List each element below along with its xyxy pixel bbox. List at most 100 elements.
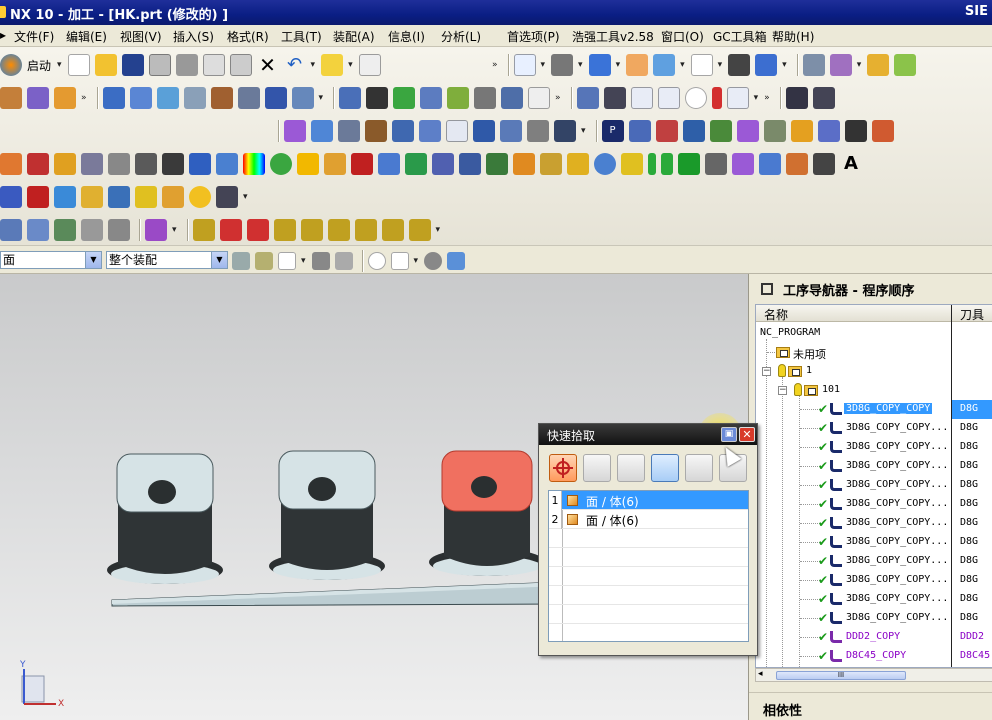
post-builder-icon[interactable]: [628, 120, 651, 142]
quick-pick-titlebar[interactable]: 快速拾取 ▣ ✕: [539, 424, 757, 445]
prt-icon[interactable]: [655, 120, 678, 142]
camera-icon[interactable]: [736, 120, 759, 142]
list-item[interactable]: 1 面 / 体(6): [549, 491, 748, 510]
close-icon[interactable]: ✕: [739, 427, 755, 442]
collision-check-icon[interactable]: [311, 120, 333, 142]
new-file-icon[interactable]: [67, 54, 90, 76]
tool-b-icon[interactable]: [27, 219, 49, 241]
templates-icon[interactable]: [682, 120, 705, 142]
measure-icon[interactable]: [867, 54, 890, 76]
operation-row[interactable]: ✔ 3D8G_COPY_COPY... D8G: [756, 438, 992, 457]
feature-2-icon[interactable]: [27, 153, 49, 175]
cam-setup-icon[interactable]: [709, 120, 732, 142]
level-4-icon[interactable]: [327, 219, 350, 241]
feature-25-icon[interactable]: [648, 153, 656, 175]
grid-icon[interactable]: [216, 186, 238, 208]
circle-icon[interactable]: [684, 87, 707, 109]
moon-icon[interactable]: [189, 186, 211, 208]
shop-docs-icon[interactable]: [393, 87, 416, 109]
start-icon[interactable]: [0, 54, 22, 76]
feature-5-icon[interactable]: [108, 153, 130, 175]
batch-icon[interactable]: [474, 87, 497, 109]
background-dropdown-icon[interactable]: ▾: [718, 60, 723, 70]
column-tool[interactable]: 刀具: [960, 306, 984, 323]
list-icon[interactable]: [420, 87, 443, 109]
collapse-icon[interactable]: −: [778, 386, 787, 395]
folder-icon[interactable]: [81, 186, 103, 208]
feedrate-icon[interactable]: [576, 87, 599, 109]
tree-program-1[interactable]: − 1: [756, 362, 992, 381]
dependencies-header[interactable]: 相依性: [749, 692, 992, 720]
orient-dropdown-icon[interactable]: ▾: [578, 60, 583, 70]
snap-end-icon[interactable]: [812, 87, 835, 109]
menu-preferences[interactable]: 首选项(P): [507, 28, 560, 45]
feature-20-icon[interactable]: [513, 153, 535, 175]
layer-icon[interactable]: [802, 54, 825, 76]
tool-f-icon[interactable]: [145, 219, 167, 241]
box-dropdown-icon[interactable]: ▾: [414, 256, 419, 266]
spline-icon[interactable]: [711, 87, 722, 109]
navigator-tree[interactable]: 名称 刀具 NC_PROGRAM 未用项 − 1 − 101 ✔ 3D8G_CO…: [755, 304, 992, 668]
tool-holder-icon[interactable]: [365, 120, 387, 142]
program-view-icon[interactable]: [156, 87, 179, 109]
monitor-icon[interactable]: [108, 186, 130, 208]
fit-dropdown-icon[interactable]: ▾: [541, 60, 546, 70]
shaded-cube-icon[interactable]: [447, 252, 466, 270]
snap-end-icon[interactable]: [311, 252, 330, 270]
snap-point-icon[interactable]: [785, 87, 808, 109]
shade-dropdown-icon[interactable]: ▾: [680, 60, 685, 70]
replay-path-icon[interactable]: [291, 87, 314, 109]
chevron-down-icon[interactable]: ▼: [211, 252, 227, 268]
level-down-icon[interactable]: [246, 219, 269, 241]
operation-row[interactable]: ✔ DDD2_COPY DDD2: [756, 628, 992, 647]
panda-icon[interactable]: [763, 120, 786, 142]
operation-row[interactable]: ✔ D8C45_COPY D8C45: [756, 647, 992, 666]
level-1-icon[interactable]: [192, 219, 215, 241]
feature-27-icon[interactable]: [678, 153, 700, 175]
rainbow-icon[interactable]: [243, 153, 265, 175]
operation-row[interactable]: ✔ 3D8G_COPY_COPY... D8G: [756, 590, 992, 609]
wcs-icon[interactable]: [728, 54, 751, 76]
menu-arrow-icon[interactable]: ▸: [0, 28, 6, 42]
analysis-icon[interactable]: [894, 54, 917, 76]
check-gouge-icon[interactable]: [284, 120, 306, 142]
menu-file[interactable]: 文件(F): [14, 28, 54, 45]
grid-dropdown-icon[interactable]: ▾: [243, 192, 248, 202]
feature-7-icon[interactable]: [162, 153, 184, 175]
select-dropdown-icon[interactable]: ▾: [348, 60, 353, 70]
mill-icon[interactable]: [473, 120, 495, 142]
center-snap-icon[interactable]: [367, 252, 386, 270]
operation-row[interactable]: ✔ 3D8G_COPY_COPY... D8G: [756, 552, 992, 571]
level-3-icon[interactable]: [300, 219, 323, 241]
machine-view-icon[interactable]: [183, 87, 206, 109]
feature-29-icon[interactable]: [732, 153, 754, 175]
toolbar-overflow-icon[interactable]: »: [492, 60, 498, 70]
create-geometry-icon[interactable]: [54, 87, 76, 109]
feature-21-icon[interactable]: [540, 153, 562, 175]
menu-view[interactable]: 视图(V): [120, 28, 162, 45]
undo-dropdown-icon[interactable]: ▾: [311, 60, 316, 70]
feature-6-icon[interactable]: [135, 153, 157, 175]
delete-icon[interactable]: ✕: [257, 54, 279, 76]
multi-check-icon[interactable]: [338, 120, 360, 142]
view-sphere-icon[interactable]: [424, 252, 443, 270]
feature-12-icon[interactable]: [297, 153, 319, 175]
pick-faces-button[interactable]: [685, 454, 713, 482]
point-snap-icon[interactable]: [278, 252, 296, 270]
kg-icon[interactable]: [351, 153, 373, 175]
menu-assembly[interactable]: 装配(A): [333, 28, 375, 45]
render-style-icon[interactable]: [588, 54, 611, 76]
list-item[interactable]: 2 面 / 体(6): [549, 510, 748, 529]
menu-haoqiang-tools[interactable]: 浩强工具v2.58: [572, 28, 654, 45]
restore-icon[interactable]: ▣: [721, 427, 737, 442]
stats-dropdown-icon[interactable]: ▾: [581, 126, 586, 136]
sphere-icon[interactable]: [270, 153, 292, 175]
column-name[interactable]: 名称: [764, 306, 788, 323]
curve-boundary-icon[interactable]: [657, 87, 680, 109]
lock-path-icon[interactable]: [501, 87, 524, 109]
calculator-icon[interactable]: [162, 186, 184, 208]
feature-9-icon[interactable]: [216, 153, 238, 175]
level-7-icon[interactable]: [408, 219, 431, 241]
feature-1-icon[interactable]: [0, 153, 22, 175]
start-dropdown-icon[interactable]: ▾: [57, 60, 62, 70]
